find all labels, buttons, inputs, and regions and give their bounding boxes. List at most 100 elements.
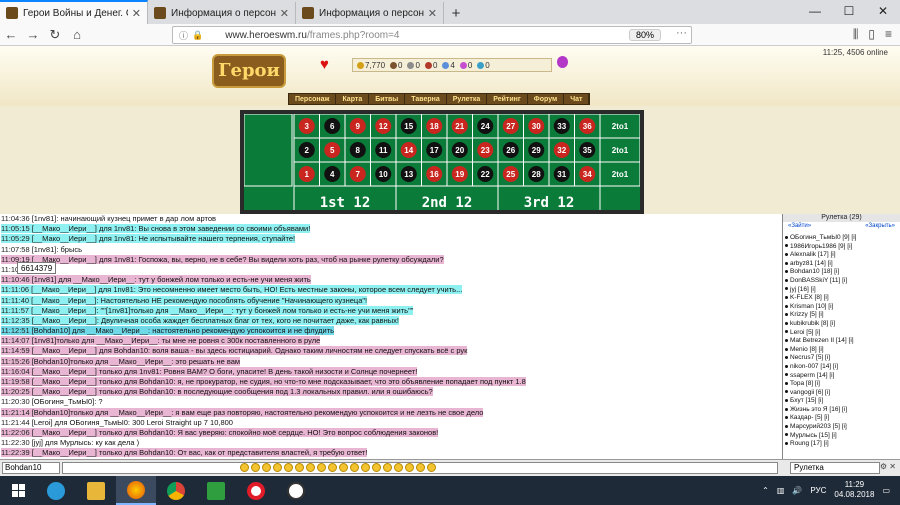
smiley-icon[interactable] <box>273 463 282 472</box>
player-name[interactable]: Leroi [5] [i] <box>790 329 820 336</box>
chat-time[interactable]: 11:11:57 <box>1 305 30 315</box>
language-indicator[interactable]: РУС <box>810 486 826 495</box>
chat-time[interactable]: 11:16:04 <box>1 366 30 376</box>
game-menu-item[interactable]: Рейтинг <box>487 94 528 104</box>
smiley-icon[interactable] <box>405 463 414 472</box>
player-name[interactable]: 1986Игорь1986 [9] [i] <box>790 243 852 250</box>
close-tab-icon[interactable]: ✕ <box>428 7 437 20</box>
browser-tab[interactable]: Герои Войны и Денег. Онлайн ✕ <box>0 0 148 24</box>
chat-time[interactable]: 11:21:14 <box>1 407 30 417</box>
player-item[interactable]: Roung [17] [i] <box>783 440 900 449</box>
join-link[interactable]: «Зайти» <box>788 223 811 233</box>
smiley-icon[interactable] <box>328 463 337 472</box>
player-item[interactable]: Bohdan10 [18] [i] <box>783 268 900 277</box>
player-name[interactable]: jyj [16] [i] <box>790 286 816 293</box>
player-item[interactable]: Мурлысь [15] [i] <box>783 432 900 441</box>
smiley-icon[interactable] <box>383 463 392 472</box>
player-name[interactable]: Roung [17] [i] <box>790 440 829 447</box>
player-item[interactable]: DonBASSkiY [11] [i] <box>783 277 900 286</box>
chat-time[interactable]: 11:05:29 <box>1 234 30 244</box>
game-menu-item[interactable]: Карта <box>336 94 370 104</box>
smiley-icon[interactable] <box>427 463 436 472</box>
chat-time[interactable]: 11:22:30 <box>1 438 30 447</box>
player-item[interactable]: Topa [8] [i] <box>783 380 900 389</box>
new-tab-button[interactable]: + <box>444 2 468 24</box>
player-item[interactable]: nikon-007 [14] [i] <box>783 363 900 372</box>
start-button[interactable] <box>0 476 36 505</box>
player-item[interactable]: Leroi [5] [i] <box>783 329 900 338</box>
player-name[interactable]: Alexnalik [17] [i] <box>790 251 836 258</box>
game-menu-item[interactable]: Рулетка <box>447 94 488 104</box>
game-menu-item[interactable]: Чат <box>564 94 590 104</box>
menu-icon[interactable]: ≡ <box>885 27 892 42</box>
maximize-button[interactable]: ☐ <box>832 0 866 24</box>
home-icon[interactable]: ⌂ <box>66 27 88 42</box>
player-item[interactable]: Alexnalik [17] [i] <box>783 251 900 260</box>
player-name[interactable]: ssaperm [14] [i] <box>790 372 834 379</box>
game-logo[interactable]: Герои <box>212 54 286 88</box>
zoom-indicator[interactable]: 80% <box>628 29 661 41</box>
chat-time[interactable]: 11:11:06 <box>1 285 30 295</box>
smiley-icon[interactable] <box>350 463 359 472</box>
player-name[interactable]: Мурлысь [15] [i] <box>790 432 837 439</box>
smiley-icon[interactable] <box>284 463 293 472</box>
smiley-icon[interactable] <box>240 463 249 472</box>
player-item[interactable]: arbyz81 [14] [i] <box>783 260 900 269</box>
chat-time[interactable]: 11:10:46 <box>1 275 30 285</box>
smiley-icon[interactable] <box>394 463 403 472</box>
player-item[interactable]: Krizzy [5] [i] <box>783 311 900 320</box>
chat-time[interactable]: 11:15:26 <box>1 356 30 366</box>
player-name[interactable]: Жизнь это Я [16] [i] <box>790 406 847 413</box>
smiley-icon[interactable] <box>262 463 271 472</box>
player-item[interactable]: kubikrubik [8] [i] <box>783 320 900 329</box>
taskbar-explorer[interactable] <box>76 476 116 505</box>
player-name[interactable]: Bohdan10 [18] [i] <box>790 268 839 275</box>
page-actions-icon[interactable]: ··· <box>676 27 687 39</box>
player-item[interactable]: Каздар- [5] [i] <box>783 414 900 423</box>
player-item[interactable]: Krisman [10] [i] <box>783 303 900 312</box>
close-tab-icon[interactable]: ✕ <box>132 7 141 20</box>
chat-time[interactable]: 11:22:39 <box>1 448 30 458</box>
player-name[interactable]: vangogii [6] [i] <box>790 389 830 396</box>
player-name[interactable]: Mat Betrezen II [14] [i] <box>790 337 854 344</box>
close-tab-icon[interactable]: ✕ <box>280 7 289 20</box>
close-link[interactable]: «Закрыть» <box>865 223 895 233</box>
taskbar-clock[interactable]: 11:29 04.08.2018 <box>834 480 874 500</box>
player-item[interactable]: ОБогиня_ТьмЫ0 [9] [i] <box>783 234 900 243</box>
back-button[interactable]: ← <box>0 27 22 42</box>
url-bar[interactable]: ⓘ 🔒 www.heroeswm.ru/frames.php?room=4 80… <box>172 26 692 44</box>
chat-time[interactable]: 11:07:58 <box>1 245 30 254</box>
player-name[interactable]: Марсурий203 [5] [i] <box>790 423 847 430</box>
forward-button[interactable]: → <box>22 27 44 42</box>
smiley-icon[interactable] <box>295 463 304 472</box>
taskbar-clock-app[interactable] <box>276 476 316 505</box>
player-name[interactable]: ОБогиня_ТьмЫ0 [9] [i] <box>790 234 856 241</box>
player-item[interactable]: Menio [8] [i] <box>783 346 900 355</box>
chat-time[interactable]: 11:04:36 <box>1 214 30 223</box>
taskbar-chrome[interactable] <box>156 476 196 505</box>
chat-time[interactable]: 11:12:51 <box>1 326 30 336</box>
network-icon[interactable]: ▥ <box>777 486 785 495</box>
chat-time[interactable]: 11:14:59 <box>1 346 30 356</box>
volume-icon[interactable]: 🔊 <box>792 486 802 495</box>
close-window-button[interactable]: ✕ <box>866 0 900 24</box>
player-item[interactable]: 1986Игорь1986 [9] [i] <box>783 243 900 252</box>
smiley-icon[interactable] <box>317 463 326 472</box>
smiley-icon[interactable] <box>306 463 315 472</box>
taskbar-firefox[interactable] <box>116 476 156 505</box>
notifications-icon[interactable]: ▭ <box>882 486 890 495</box>
smiley-icon[interactable] <box>416 463 425 472</box>
info-icon[interactable]: ⓘ <box>179 29 188 42</box>
browser-tab[interactable]: Информация о персонаже. ✕ <box>148 2 296 24</box>
player-item[interactable]: vangogii [6] [i] <box>783 389 900 398</box>
chat-time[interactable]: 11:20:30 <box>1 397 30 406</box>
chat-time[interactable]: 11:22:06 <box>1 427 30 437</box>
player-name[interactable]: Krisman [10] [i] <box>790 303 833 310</box>
chat-time[interactable]: 11:20:25 <box>1 387 30 397</box>
player-item[interactable]: jyj [16] [i] <box>783 286 900 295</box>
player-item[interactable]: Бхут [15] [i] <box>783 397 900 406</box>
chat-time[interactable]: 11:05:15 <box>1 224 30 234</box>
player-item[interactable]: Жизнь это Я [16] [i] <box>783 406 900 415</box>
chat-time[interactable]: 11:19:58 <box>1 377 30 386</box>
minimize-button[interactable]: — <box>798 0 832 24</box>
